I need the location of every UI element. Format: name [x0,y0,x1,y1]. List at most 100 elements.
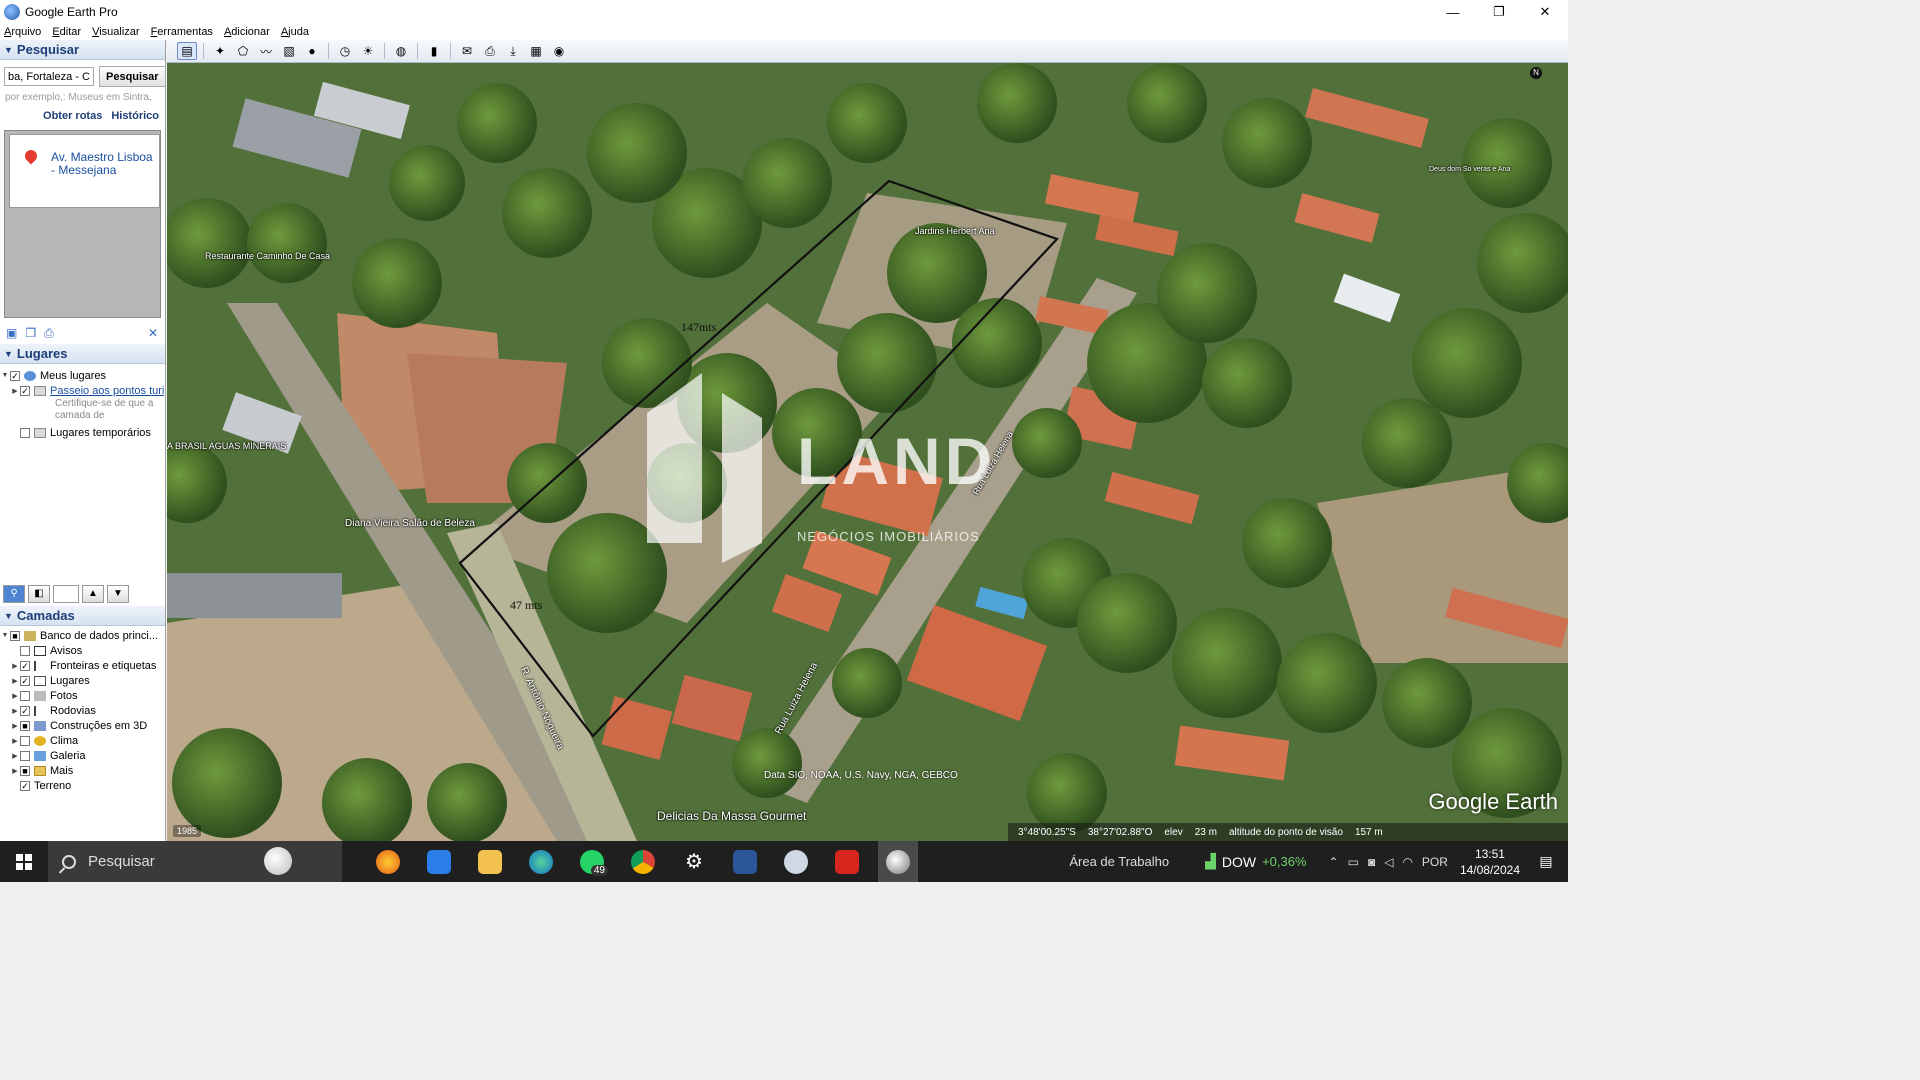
clock[interactable]: 13:51 14/08/2024 [1460,846,1520,878]
print-icon[interactable]: ⎙ [44,326,54,341]
places-panel-header[interactable]: ▼ Lugares [0,344,165,364]
layer-row[interactable]: ▶ ✓ Fronteiras e etiquetas [0,658,165,673]
close-button[interactable]: ✕ [1522,0,1568,24]
copy-icon[interactable]: ❐ [25,326,36,340]
tree-row-temporary[interactable]: Lugares temporários [0,425,165,440]
layers-panel-header[interactable]: ▼ Camadas [0,606,165,626]
layer-row[interactable]: ✓ Terreno [0,778,165,793]
layer-checkbox[interactable]: ✓ [20,660,30,671]
start-button[interactable] [0,841,48,882]
menu-ferramentas[interactable]: Ferramentas [151,26,213,38]
layer-row[interactable]: ▼ ■ Banco de dados princi... [0,628,165,643]
layer-checkbox[interactable] [20,735,30,746]
email-button[interactable]: ✉ [457,42,477,60]
layer-checkbox[interactable]: ✓ [20,705,30,716]
my-places-checkbox[interactable]: ✓ [10,370,20,381]
expand-icon[interactable]: ▼ [0,372,10,379]
tree-row-my-places[interactable]: ▼ ✓ Meus lugares [0,368,165,383]
layer-checkbox[interactable]: ■ [20,720,30,731]
map-label-jardins[interactable]: Jardins Herbert Ana [915,226,995,236]
battery-icon[interactable]: ▭ [1348,855,1359,869]
get-directions-link[interactable]: Obter rotas [43,110,102,122]
add-placemark-button[interactable]: ✦ [210,42,230,60]
map-label-aguas[interactable]: A BRASIL AGUAS MINERAIS [167,441,286,451]
google-earth-taskbar-app[interactable] [878,841,918,882]
camera-icon[interactable]: ◙ [1368,855,1375,869]
wifi-icon[interactable]: ◠ [1402,855,1412,869]
layer-checkbox[interactable] [20,750,30,761]
chrome-app[interactable] [623,841,663,882]
layer-row[interactable]: ▶ Galeria [0,748,165,763]
whatsapp-app[interactable]: 49 [572,841,612,882]
expand-icon[interactable]: ▼ [0,632,10,639]
history-link[interactable]: Histórico [111,110,159,122]
menu-visualizar[interactable]: Visualizar [92,26,140,38]
notifications-icon[interactable]: ▤ [1534,853,1558,870]
blank-button[interactable] [53,585,79,603]
maximize-button[interactable]: ❐ [1476,0,1522,24]
settings-app[interactable]: ⚙ [674,841,714,882]
add-path-button[interactable]: 〰 [256,42,276,60]
desktop-toolbar[interactable]: Área de Trabalho [1069,854,1169,869]
temporary-checkbox[interactable] [20,427,30,438]
layer-row[interactable]: ▶ ■ Construções em 3D [0,718,165,733]
panel-toggle-button[interactable]: ◧ [28,585,50,603]
expand-icon[interactable]: ▶ [10,752,20,760]
map-label-salao[interactable]: Diana Vieira Salão de Beleza [345,518,475,529]
layer-checkbox[interactable] [20,645,30,656]
maps-button[interactable]: ▦ [526,42,546,60]
minimize-button[interactable]: — [1430,0,1476,24]
stock-widget[interactable]: ▟ DOW +0,36% [1205,853,1306,870]
layer-row[interactable]: ▶ ✓ Rodovias [0,703,165,718]
word-app[interactable] [725,841,765,882]
store-app[interactable] [419,841,459,882]
chevron-up-icon[interactable]: ⌃ [1329,855,1339,869]
historical-imagery-year[interactable]: 1985 [173,825,202,837]
expand-icon[interactable]: ▶ [10,692,20,700]
expand-icon[interactable]: ▶ [10,662,20,670]
historical-imagery-button[interactable]: ◷ [335,42,355,60]
earth-button[interactable]: ◉ [549,42,569,60]
map-view[interactable]: LAND NEGÓCIOS IMOBILIÁRIOS 147mts 47 mts… [167,63,1568,841]
search-input[interactable] [4,67,94,86]
add-polygon-button[interactable]: ⬠ [233,42,253,60]
layer-row[interactable]: ▶ Clima [0,733,165,748]
move-up-button[interactable]: ▲ [82,585,104,603]
tour-label[interactable]: Passeio aos pontos turi [50,385,164,397]
expand-icon[interactable]: ▶ [10,677,20,685]
volume-icon[interactable]: ◁ [1384,855,1393,869]
tree-row-tour[interactable]: ▶ ✓ Passeio aos pontos turi [0,383,165,398]
expand-icon[interactable]: ▶ [10,767,20,775]
clear-results-icon[interactable]: ✕ [148,326,158,340]
edge-app[interactable] [521,841,561,882]
layer-checkbox[interactable]: ✓ [20,675,30,686]
acrobat-app[interactable] [827,841,867,882]
move-down-button[interactable]: ▼ [107,585,129,603]
menu-adicionar[interactable]: Adicionar [224,26,270,38]
firefox-app[interactable] [368,841,408,882]
search-panel-header[interactable]: ▼ Pesquisar [0,40,165,60]
paint-app[interactable] [776,841,816,882]
sunlight-button[interactable]: ☀ [358,42,378,60]
expand-icon[interactable]: ▶ [10,387,20,395]
file-explorer-app[interactable] [470,841,510,882]
map-label-delicias[interactable]: Delicias Da Massa Gourmet [657,809,806,823]
search-result-text[interactable]: Av. Maestro Lisboa - Messejana [51,151,156,177]
language-indicator[interactable]: POR [1422,855,1448,869]
layer-row[interactable]: Avisos [0,643,165,658]
search-button[interactable]: Pesquisar [99,66,166,87]
expand-icon[interactable]: ▶ [10,707,20,715]
map-label-deus[interactable]: Deus dom So veras e Ana [1429,166,1510,173]
expand-icon[interactable]: ▶ [10,737,20,745]
sidebar-toggle-button[interactable]: ▤ [177,42,197,60]
tour-checkbox[interactable]: ✓ [20,385,30,396]
add-image-overlay-button[interactable]: ▧ [279,42,299,60]
layer-checkbox[interactable]: ✓ [20,780,30,791]
record-tour-button[interactable]: ● [302,42,322,60]
search-view-button[interactable]: ⚲ [3,585,25,603]
layer-row[interactable]: ▶ ✓ Lugares [0,673,165,688]
ruler-button[interactable]: ▮ [424,42,444,60]
layer-checkbox[interactable] [20,690,30,701]
save-image-button[interactable]: ⤓ [503,42,523,60]
print-button[interactable]: ⎙ [480,42,500,60]
